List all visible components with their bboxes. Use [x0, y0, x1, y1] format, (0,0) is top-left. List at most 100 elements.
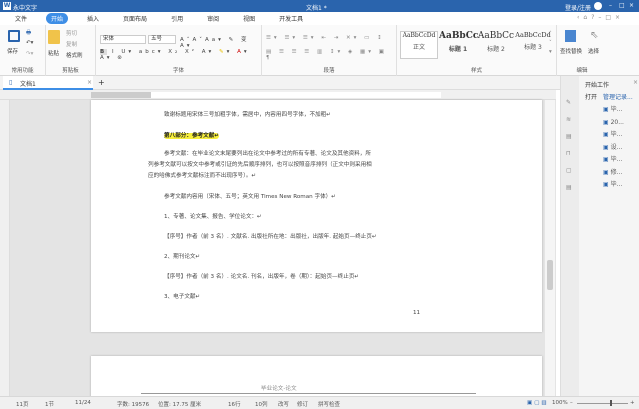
print-icon[interactable]: 🖶: [26, 29, 31, 38]
recent-file[interactable]: ▣ 20...: [603, 117, 624, 130]
edit-group: 查找替换 ⇖ 选择 编辑: [557, 25, 607, 76]
style-sample: AaBbCc: [439, 31, 479, 41]
font-size-select[interactable]: 五号: [148, 35, 176, 44]
recent-file[interactable]: ▣ 修...: [603, 167, 624, 180]
open-link[interactable]: 打开: [585, 92, 597, 101]
recent-file[interactable]: ▣ 毕...: [603, 154, 624, 167]
file-name: 设...: [610, 143, 623, 151]
recent-file[interactable]: ▣ 毕...: [603, 104, 624, 117]
new-tab-button[interactable]: +: [98, 78, 105, 87]
font-group: 宋体 五号 A˄A˅Aa▾ ✎ 变 A▾ B I U▾ abc▾ X₂ X² A…: [96, 25, 262, 76]
font-name-select[interactable]: 宋体: [100, 35, 146, 44]
page-header: 毕业论文-论文: [261, 386, 297, 392]
close-button[interactable]: ×: [629, 2, 634, 9]
zoom-in-button[interactable]: +: [630, 400, 635, 406]
heading-text: 第八部分：参考文献↵: [164, 133, 220, 139]
save-icon[interactable]: [8, 30, 20, 42]
window-controls-icon[interactable]: ‹⌂?–□×: [572, 13, 629, 22]
paste-icon[interactable]: [48, 30, 60, 44]
task-pane: ✎ ≋ ▤ ⊓ ▢ ▤ 开始工作 × 打开 管理记录... ▣ 毕... ▣ 20... …: [560, 76, 639, 396]
tab-document-1[interactable]: ▯ 文档1 ×: [3, 76, 93, 90]
zoom-out-button[interactable]: –: [570, 400, 573, 406]
find-replace-button[interactable]: 查找替换: [560, 47, 582, 55]
group-label: 剪贴板: [62, 68, 79, 74]
menu-developer[interactable]: 开发工具: [274, 13, 308, 24]
ribbon: 保存 🖶 ↶▾ ↷▾ 常用功能 粘贴 剪切 复制 格式刷 剪贴板 宋体 五号 A…: [0, 25, 639, 76]
login-link[interactable]: 登录/注册: [565, 3, 591, 12]
close-tab-icon[interactable]: ×: [87, 79, 92, 86]
zoom-level: 100%: [552, 400, 568, 406]
status-position: 位置: 17.75 厘米: [158, 402, 202, 408]
paste-button[interactable]: 粘贴: [48, 49, 59, 57]
status-spell-check[interactable]: 拼写检查: [318, 400, 340, 408]
status-page: 11页: [16, 402, 29, 408]
select-icon[interactable]: ⇖: [590, 30, 598, 41]
task-pane-icons: ✎ ≋ ▤ ⊓ ▢ ▤: [561, 76, 579, 396]
style-name: 标题 3: [524, 44, 542, 51]
font-size-buttons[interactable]: A˄A˅Aa▾ ✎ 变 A▾: [180, 35, 261, 49]
paragraph: 参考文献：在毕业论文末尾要列出在论文中参考过的所有专著、论文及其他资料，所: [164, 151, 371, 157]
zoom-slider-handle[interactable]: [610, 400, 612, 406]
user-avatar-icon[interactable]: [594, 2, 602, 10]
title-bar: W 永中文字 文档1 * 登录/注册 – □ ×: [0, 0, 639, 12]
clipboard-group: 粘贴 剪切 复制 格式刷 剪贴板: [46, 25, 96, 76]
vertical-ruler[interactable]: [0, 100, 10, 396]
find-replace-icon[interactable]: [565, 30, 576, 42]
status-overwrite-mode[interactable]: 改写: [278, 400, 289, 408]
minimize-button[interactable]: –: [609, 2, 612, 9]
menu-view[interactable]: 视图: [238, 13, 260, 24]
style-heading-2[interactable]: AaBbCc 标题 2: [477, 31, 515, 59]
menu-home[interactable]: 开始: [46, 13, 69, 24]
menu-review[interactable]: 审阅: [202, 13, 224, 24]
status-word-count[interactable]: 字数: 19576: [117, 400, 149, 408]
recent-file[interactable]: ▣ 设...: [603, 142, 624, 155]
menu-insert[interactable]: 插入: [82, 13, 104, 24]
style-heading-3[interactable]: AaBbCcDd 标题 3: [514, 31, 552, 59]
file-name: 毕...: [610, 181, 623, 188]
status-column: 10列: [255, 402, 268, 408]
file-name: 修...: [610, 168, 623, 176]
maximize-button[interactable]: □: [619, 2, 625, 9]
select-button[interactable]: 选择: [588, 47, 599, 55]
copy-button[interactable]: 复制: [66, 40, 77, 48]
manage-records-link[interactable]: 管理记录...: [603, 92, 633, 101]
group-label: 字体: [172, 68, 184, 74]
menu-references[interactable]: 引用: [166, 13, 188, 24]
status-revision[interactable]: 修订: [297, 400, 308, 408]
zoom-slider[interactable]: [577, 403, 628, 404]
pane-tool-icons[interactable]: ✎ ≋ ▤ ⊓ ▢ ▤: [566, 94, 572, 196]
recent-file[interactable]: ▣ 毕...: [603, 129, 624, 142]
status-page-count: 11/24: [75, 400, 91, 406]
file-name: 20...: [610, 118, 624, 126]
paragraph: 参考文献内容用（宋体、五号；英文用 Times New Roman 字体）↵: [164, 194, 336, 200]
vertical-scrollbar[interactable]: [545, 100, 555, 396]
redo-icon[interactable]: ↷▾: [26, 51, 33, 57]
document-tab-bar: ▯ 文档1 × +: [0, 76, 560, 90]
cut-button[interactable]: 剪切: [66, 29, 77, 37]
align-buttons[interactable]: ▤ ☰ ☰ ☰ ▥ ↕▾ ◈ ▦▾ ▣ ¶: [266, 49, 396, 61]
save-button[interactable]: 保存: [7, 47, 18, 55]
paragraph: 应的哈佛式参考文献标注而不出现序号）。↵: [148, 173, 257, 179]
format-painter-button[interactable]: 格式刷: [66, 51, 83, 59]
paragraph: 2、期刊论文↵: [164, 254, 201, 260]
style-sample: AaBbCcDd: [515, 31, 551, 39]
paragraph: 【序号】作者（前 3 名）. 文献名. 出版社所在地：出版社，出版年. 起始页—…: [164, 234, 377, 240]
style-normal[interactable]: AaBbCcDd 正文: [400, 31, 438, 59]
paragraph: 【序号】作者（前 3 名）. 论文名. 刊名，出版年，卷（期）：起始页—终止页↵: [164, 274, 360, 280]
list-buttons[interactable]: ☰▾ ☰▾ ☰▾ ⇤ ⇥ ✕▾ ▭ ↕: [266, 35, 385, 41]
styles-scroll[interactable]: ˄ ˅ ▾: [549, 30, 552, 57]
recent-file[interactable]: ▣ 毕...: [603, 179, 624, 192]
font-style-buttons[interactable]: B I U▾ abc▾ X₂ X² A▾ ✎▾ A▾ A▾ ⊛: [100, 49, 261, 61]
view-mode-icons[interactable]: ▣▢▥: [527, 400, 549, 406]
group-label: 常用功能: [11, 68, 34, 74]
undo-icon[interactable]: ↶▾: [26, 40, 33, 46]
style-heading-1[interactable]: AaBbCc 标题 1: [439, 31, 479, 59]
style-name: 标题 2: [487, 46, 505, 53]
menu-layout[interactable]: 页面布局: [118, 13, 152, 24]
menu-file[interactable]: 文件: [10, 13, 32, 24]
page-number: 11: [413, 310, 421, 316]
style-name: 标题 1: [448, 46, 468, 53]
panel-close-icon[interactable]: ×: [633, 79, 638, 86]
scrollbar-thumb[interactable]: [547, 260, 553, 290]
horizontal-ruler[interactable]: [0, 90, 556, 100]
